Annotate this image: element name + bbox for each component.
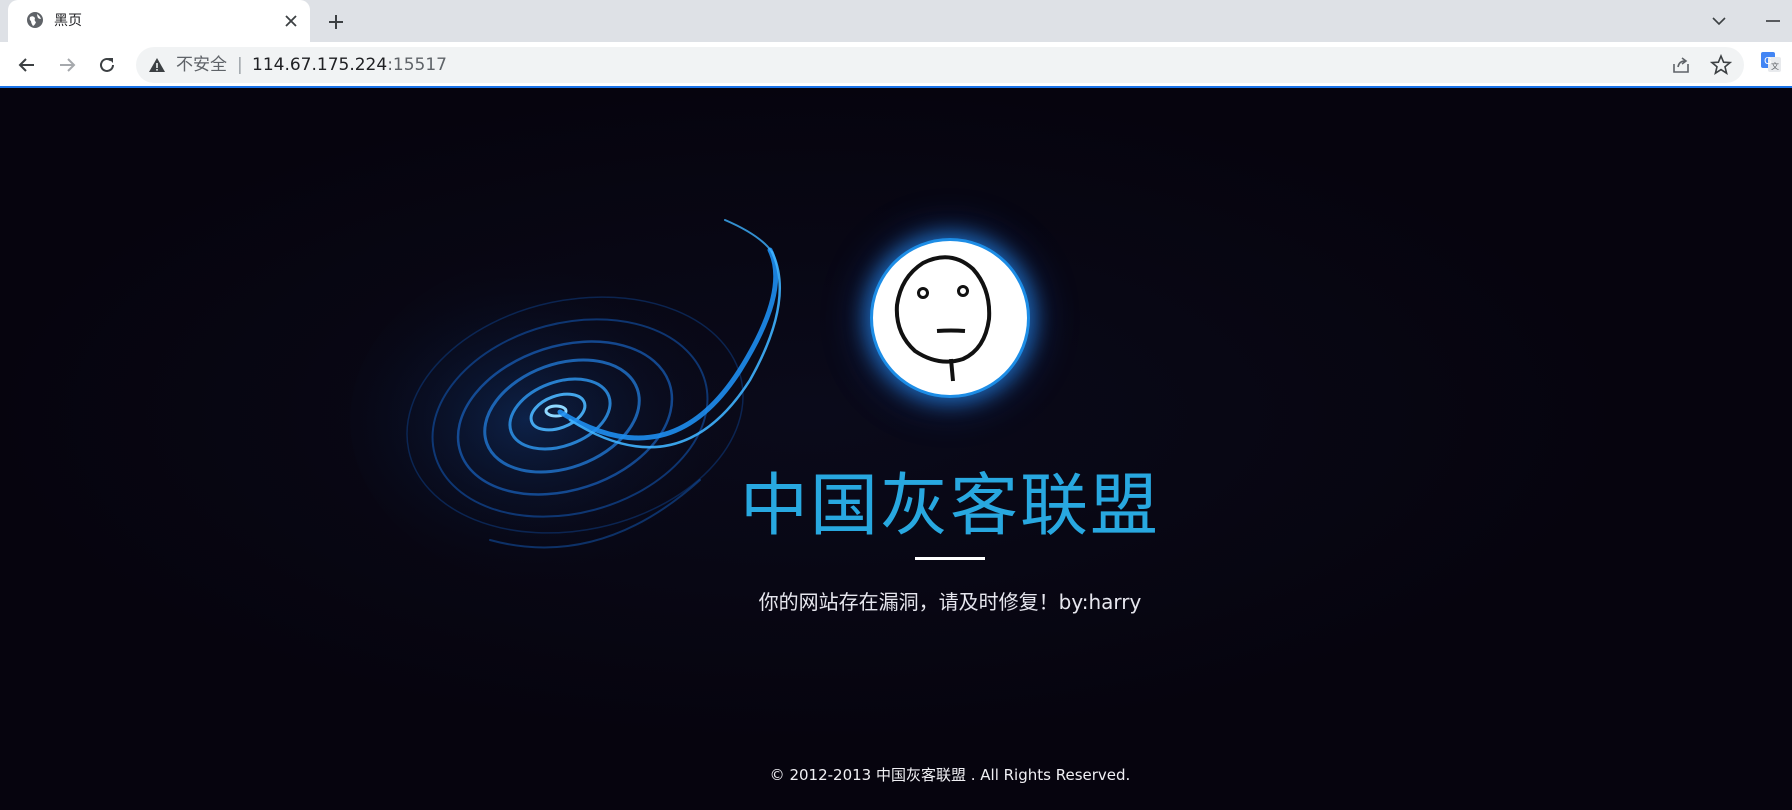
url-separator: | — [237, 55, 243, 75]
share-icon[interactable] — [1670, 54, 1692, 76]
plus-icon — [329, 15, 343, 29]
window-minimize-button[interactable] — [1758, 6, 1788, 36]
url-port: :15517 — [387, 55, 447, 75]
warning-icon[interactable] — [148, 56, 166, 74]
page-title: 中国灰客联盟 — [739, 467, 1160, 546]
tab-strip: 黑页 — [0, 0, 1792, 42]
address-bar[interactable]: 不安全 | 114.67.175.224:15517 — [136, 47, 1744, 83]
reload-button[interactable] — [91, 49, 123, 81]
chevron-down-icon — [1712, 17, 1726, 26]
url-text[interactable]: 114.67.175.224:15517 — [252, 55, 447, 75]
url-host: 114.67.175.224 — [252, 55, 388, 75]
copyright-footer: © 2012-2013 中国灰客联盟 . All Rights Reserved… — [769, 766, 1131, 784]
close-icon — [285, 15, 297, 27]
tab-close-button[interactable] — [280, 10, 302, 32]
minimize-icon — [1766, 20, 1780, 22]
new-tab-button[interactable] — [320, 6, 352, 38]
back-button[interactable] — [11, 49, 43, 81]
page-body: 中国灰客联盟 你的网站存在漏洞，请及时修复！by:harry © 2012-20… — [0, 90, 1792, 810]
tab-title: 黑页 — [54, 13, 82, 29]
svg-text:文: 文 — [1771, 61, 1779, 71]
back-arrow-icon — [18, 58, 34, 72]
swirl-graphic — [350, 219, 790, 590]
browser-toolbar: 不安全 | 114.67.175.224:15517 G 文 — [0, 42, 1792, 88]
forward-button[interactable] — [51, 49, 83, 81]
forward-arrow-icon — [60, 58, 76, 72]
reload-icon — [100, 57, 114, 72]
star-icon[interactable] — [1710, 54, 1732, 76]
security-label[interactable]: 不安全 — [176, 55, 227, 75]
tab-search-button[interactable] — [1704, 6, 1734, 36]
meme-face — [894, 255, 992, 382]
title-divider — [915, 557, 985, 560]
browser-tab[interactable]: 黑页 — [8, 0, 310, 42]
translate-icon[interactable]: G 文 — [1760, 51, 1782, 73]
globe-icon — [27, 12, 43, 28]
warning-message: 你的网站存在漏洞，请及时修复！by:harry — [758, 590, 1142, 614]
avatar — [870, 238, 1030, 398]
